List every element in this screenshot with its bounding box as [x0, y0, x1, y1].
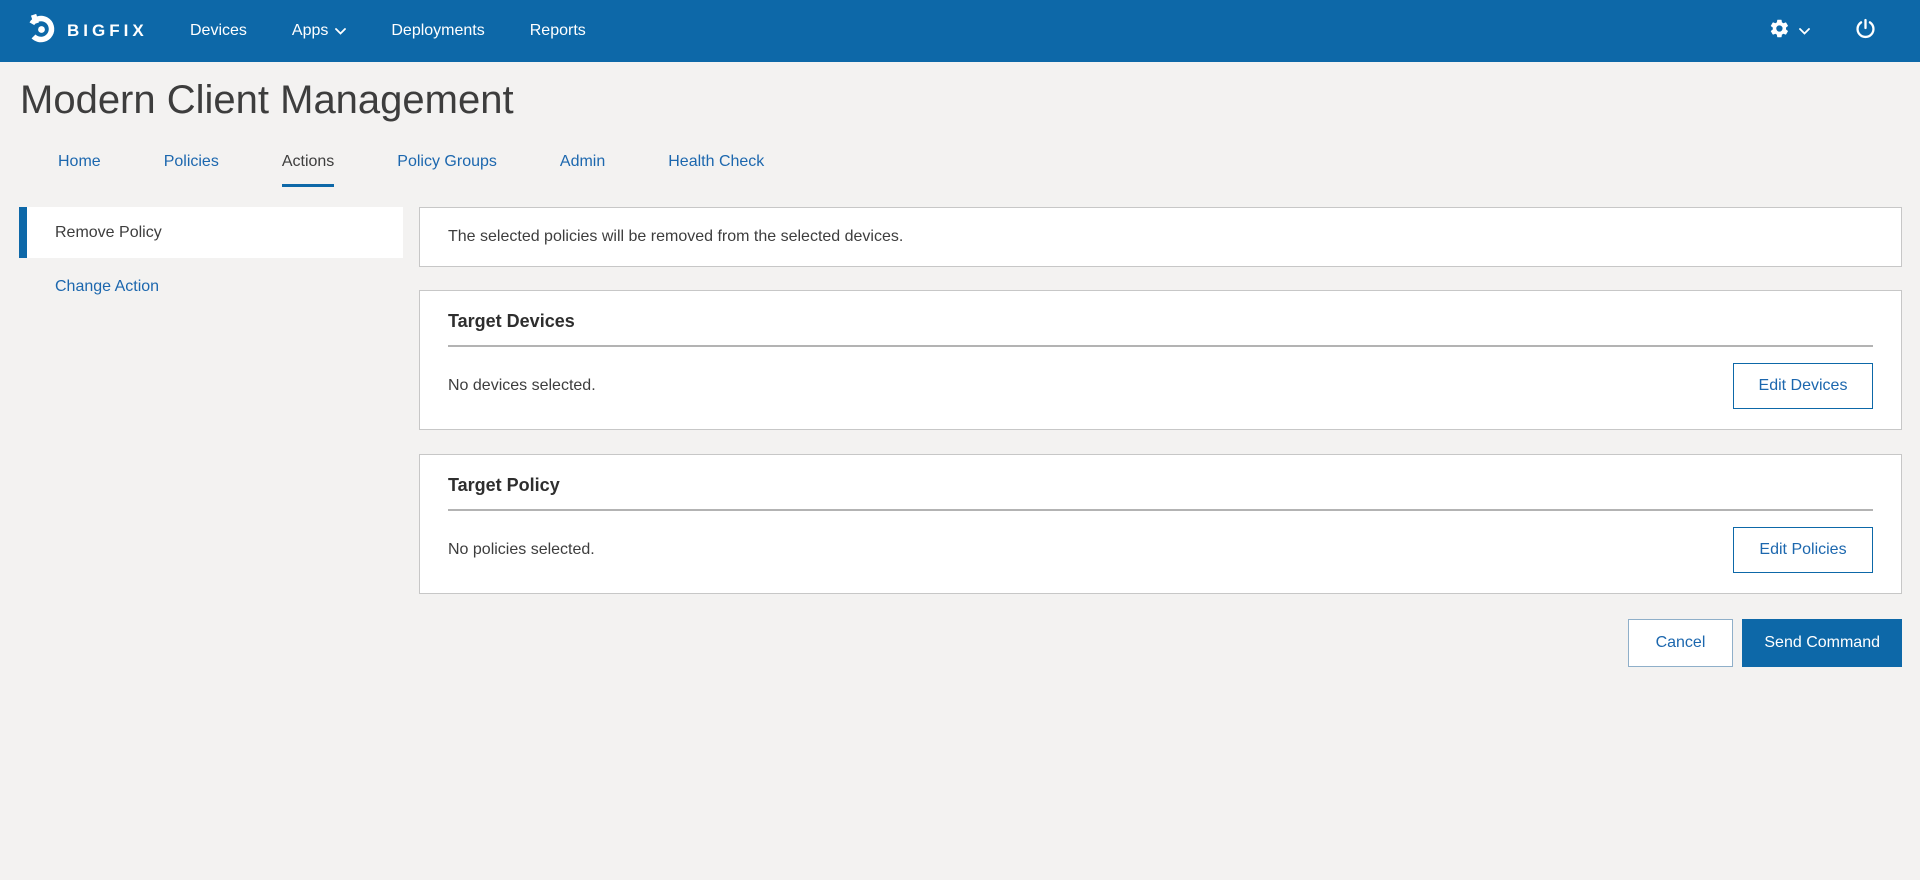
sidebar-item-label: Change Action [55, 278, 159, 296]
bigfix-emblem-icon [26, 14, 56, 49]
sidebar-item-label: Remove Policy [55, 224, 162, 242]
section-divider [448, 345, 1873, 347]
nav-item-deployments[interactable]: Deployments [391, 0, 484, 62]
nav-item-apps[interactable]: Apps [292, 0, 346, 62]
settings-menu-button[interactable] [1769, 18, 1810, 44]
info-message-text: The selected policies will be removed fr… [448, 228, 903, 246]
gear-icon [1769, 18, 1790, 44]
edit-policies-button[interactable]: Edit Policies [1733, 527, 1873, 573]
devices-empty-text: No devices selected. [448, 377, 596, 395]
section-divider [448, 509, 1873, 511]
navbar-right-controls [1769, 0, 1877, 62]
brand-wordmark: BIGFIX [67, 21, 148, 41]
bigfix-logo[interactable]: BIGFIX [26, 0, 148, 62]
actions-sidebar: Remove Policy Change Action [19, 207, 403, 310]
sidebar-item-remove-policy[interactable]: Remove Policy [19, 207, 403, 258]
target-policy-card: Target Policy No policies selected. Edit… [419, 454, 1902, 594]
tab-health-check[interactable]: Health Check [668, 153, 764, 187]
logout-button[interactable] [1854, 17, 1877, 45]
tab-actions[interactable]: Actions [282, 153, 334, 187]
chevron-down-icon [1799, 22, 1810, 40]
tab-admin[interactable]: Admin [560, 153, 605, 187]
policies-empty-text: No policies selected. [448, 541, 595, 559]
section-title: Target Policy [448, 473, 1873, 497]
send-command-button[interactable]: Send Command [1742, 619, 1902, 667]
info-message-box: The selected policies will be removed fr… [419, 207, 1902, 267]
tab-home[interactable]: Home [58, 153, 101, 187]
app-root: BIGFIX Devices Apps Deployments Reports [0, 0, 1920, 880]
main-content: The selected policies will be removed fr… [419, 207, 1902, 667]
primary-nav: Devices Apps Deployments Reports [190, 0, 586, 62]
action-footer: Cancel Send Command [419, 619, 1902, 667]
chevron-down-icon [335, 22, 346, 40]
tab-bar: Home Policies Actions Policy Groups Admi… [58, 153, 764, 187]
cancel-button[interactable]: Cancel [1628, 619, 1734, 667]
target-devices-card: Target Devices No devices selected. Edit… [419, 290, 1902, 430]
page-title: Modern Client Management [20, 76, 514, 124]
tab-policy-groups[interactable]: Policy Groups [397, 153, 497, 187]
section-title: Target Devices [448, 309, 1873, 333]
sidebar-item-change-action[interactable]: Change Action [19, 264, 403, 310]
top-navbar: BIGFIX Devices Apps Deployments Reports [0, 0, 1920, 62]
tab-policies[interactable]: Policies [164, 153, 219, 187]
edit-devices-button[interactable]: Edit Devices [1733, 363, 1873, 409]
power-icon [1854, 17, 1877, 45]
nav-item-devices[interactable]: Devices [190, 0, 247, 62]
nav-item-reports[interactable]: Reports [530, 0, 586, 62]
